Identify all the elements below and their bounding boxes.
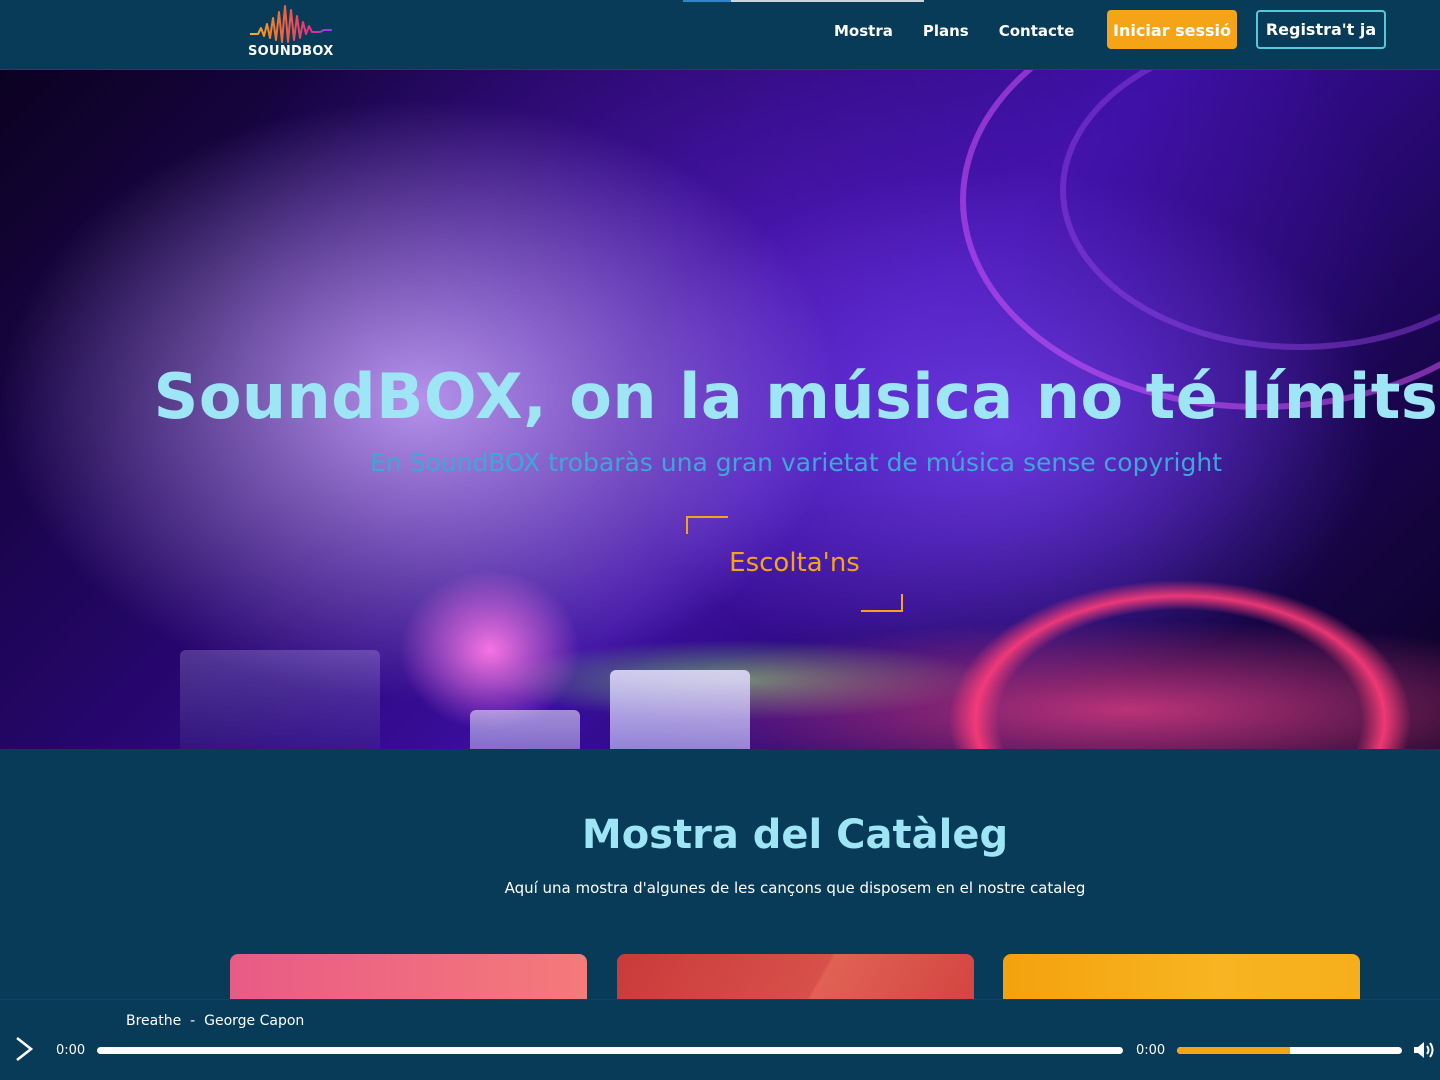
soundwave-logo-icon bbox=[250, 5, 332, 43]
hero-fader-decoration bbox=[610, 670, 750, 749]
nav-link-mostra[interactable]: Mostra bbox=[834, 22, 893, 40]
volume-slider[interactable] bbox=[1177, 1047, 1402, 1054]
volume-icon[interactable] bbox=[1412, 1039, 1436, 1061]
register-button[interactable]: Registra't ja bbox=[1256, 10, 1386, 49]
cta-corner-top-left bbox=[686, 516, 728, 534]
nav-links: Mostra Plans Contacte bbox=[834, 22, 1074, 40]
top-navbar: SOUNDBOX Mostra Plans Contacte Iniciar s… bbox=[0, 0, 1440, 70]
track-artist: George Capon bbox=[204, 1013, 305, 1029]
nav-link-plans[interactable]: Plans bbox=[923, 22, 969, 40]
nav-link-contacte[interactable]: Contacte bbox=[999, 22, 1075, 40]
hero-title: SoundBOX, on la música no té límits bbox=[153, 360, 1439, 433]
volume-level bbox=[1177, 1047, 1290, 1054]
hero-section: SoundBOX, on la música no té límits En S… bbox=[0, 70, 1440, 749]
nav-accent-bar bbox=[683, 0, 924, 2]
play-icon[interactable] bbox=[12, 1036, 36, 1062]
duration-time: 0:00 bbox=[1136, 1043, 1166, 1058]
audio-player: Breathe - George Capon 0:00 0:00 bbox=[0, 999, 1440, 1080]
listen-button[interactable]: Escolta'ns bbox=[686, 516, 903, 612]
logo[interactable]: SOUNDBOX bbox=[248, 4, 334, 62]
catalog-description: Aquí una mostra d'algunes de les cançons… bbox=[504, 879, 1086, 897]
cta-corner-bottom-right bbox=[861, 594, 903, 612]
progress-bar[interactable] bbox=[97, 1047, 1123, 1054]
hero-subtitle: En SoundBOX trobaràs una gran varietat d… bbox=[370, 448, 1222, 477]
track-separator: - bbox=[190, 1013, 196, 1029]
track-info: Breathe - George Capon bbox=[126, 1013, 304, 1029]
hero-fader-decoration bbox=[180, 650, 380, 749]
current-time: 0:00 bbox=[56, 1043, 86, 1058]
catalog-title: Mostra del Catàleg bbox=[581, 812, 1009, 858]
login-button[interactable]: Iniciar sessió bbox=[1107, 10, 1237, 49]
listen-button-label: Escolta'ns bbox=[729, 548, 860, 578]
track-title: Breathe bbox=[126, 1013, 182, 1029]
logo-text: SOUNDBOX bbox=[248, 44, 334, 59]
hero-fader-decoration bbox=[470, 710, 580, 749]
